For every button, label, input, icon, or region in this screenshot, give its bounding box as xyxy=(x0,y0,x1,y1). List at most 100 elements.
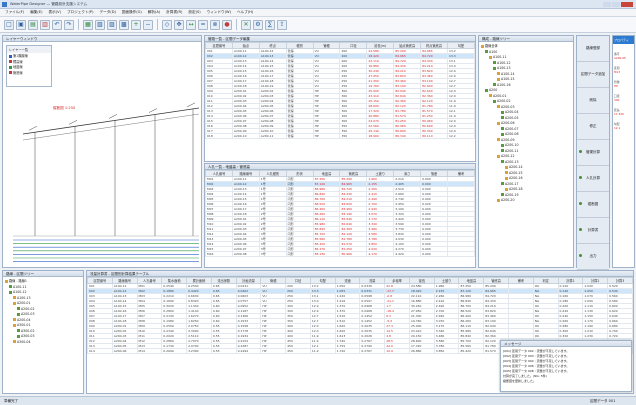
side-action-button[interactable]: 修正 xyxy=(577,114,609,140)
zoom-out-icon[interactable]: − xyxy=(143,19,153,30)
side-action-button[interactable]: 削除 xyxy=(577,88,609,114)
property-value[interactable]: A200-05 xyxy=(614,56,633,60)
section-tree[interactable]: 路線 - 路線1 A100-11 A100-12 A100-13 A200-01 A200… xyxy=(3,277,83,347)
layer-item[interactable]: 管底線 xyxy=(9,71,49,77)
section-data-table[interactable]: 区間番号 始点 終点 種別 管種 口径 延長(m) 始点管底高 終点管底高 勾配 001 A100-1… xyxy=(205,42,475,139)
table-cell[interactable]: 26.880 xyxy=(408,348,435,354)
table-cell[interactable]: 円形 xyxy=(285,251,314,257)
layers-icon[interactable]: ▩ xyxy=(119,19,129,30)
side-action-button[interactable]: 管渠計算 xyxy=(577,140,609,166)
table-cell[interactable]: 10.9 xyxy=(384,348,410,354)
chart-icon[interactable]: ▨ xyxy=(107,19,117,30)
menu-item[interactable]: 解析(A) xyxy=(148,10,160,15)
table-cell[interactable]: 014 xyxy=(87,348,113,354)
table-cell[interactable]: 0.55 xyxy=(210,348,237,354)
menu-item[interactable]: 設定(S) xyxy=(188,10,200,15)
table-cell[interactable]: 80.960 xyxy=(339,251,368,257)
valve-icon[interactable]: ⊗ xyxy=(210,19,220,30)
table-cell[interactable]: 450 xyxy=(285,348,311,354)
table-cell[interactable]: 350 xyxy=(339,133,368,139)
pan-icon[interactable]: ✥ xyxy=(174,19,184,30)
table-cell[interactable]: A200-10 xyxy=(231,133,260,139)
side-action-button[interactable]: 縦断図 xyxy=(577,192,609,218)
new-icon[interactable]: □ xyxy=(4,19,14,30)
side-action-button[interactable]: 路線登録 xyxy=(577,36,609,62)
calc-icon[interactable]: ∑ xyxy=(265,19,275,30)
table-cell[interactable]: HP xyxy=(312,133,341,139)
menu-item[interactable]: ウィンドウ(W) xyxy=(207,10,231,15)
minimize-button[interactable] xyxy=(603,2,611,7)
table-cell[interactable]: HP xyxy=(260,348,287,354)
table-cell[interactable]: 1.740 xyxy=(334,348,361,354)
side-action-button[interactable]: 出力 xyxy=(577,244,609,270)
open-icon[interactable]: ▣ xyxy=(16,19,26,30)
side-action-button[interactable]: 計算書 xyxy=(577,218,609,244)
table-cell[interactable]: 80.110 xyxy=(420,133,449,139)
table-cell[interactable]: 4.170 xyxy=(366,251,395,257)
property-value[interactable]: 17.320 xyxy=(614,112,633,116)
tree-node[interactable]: A300-04 xyxy=(5,340,81,346)
table-cell[interactable]: A200-08 xyxy=(231,251,260,257)
tree-node[interactable]: A200-20 xyxy=(481,198,571,204)
table-row[interactable]: 018 A200-10 A200-11 管渠 HP 350 18.900 80.340 80.1… xyxy=(205,133,475,139)
delete-icon[interactable]: ✕ xyxy=(241,19,251,30)
table-cell[interactable]: 4.420 xyxy=(393,251,422,257)
side-action-button[interactable]: 人孔計算 xyxy=(577,166,609,192)
undo-icon[interactable]: ↶ xyxy=(52,19,62,30)
menu-item[interactable]: 図面操作(G) xyxy=(122,10,142,15)
save-icon[interactable]: ▤ xyxy=(28,19,38,30)
print-icon[interactable]: ▥ xyxy=(40,19,50,30)
table-cell[interactable]: 0.2690 xyxy=(161,348,188,354)
table-cell[interactable]: M16 xyxy=(205,251,233,257)
zoom-in-icon[interactable]: + xyxy=(131,19,141,30)
table-cell[interactable]: 3.2390 xyxy=(186,348,212,354)
table-cell[interactable]: 80.340 xyxy=(393,133,422,139)
menu-item[interactable]: ヘルプ(H) xyxy=(237,10,253,15)
table-cell[interactable]: M14 xyxy=(136,348,163,354)
redo-icon[interactable]: ↷ xyxy=(64,19,74,30)
menu-item[interactable]: 計算書(R) xyxy=(166,10,182,15)
table-cell[interactable]: 85.130 xyxy=(312,251,341,257)
folder-icon xyxy=(17,334,20,338)
profile-drawing[interactable]: 縦断図 1:250 xyxy=(5,88,201,266)
table-cell[interactable]: 3号 xyxy=(258,251,287,257)
table-cell[interactable] xyxy=(447,251,475,257)
select-icon[interactable]: ◇ xyxy=(162,19,172,30)
table-cell[interactable]: A200-06 xyxy=(111,348,138,354)
table-cell[interactable]: 12.2 xyxy=(447,133,475,139)
property-value[interactable]: 12.1 xyxy=(614,126,633,130)
table-cell[interactable]: 018 xyxy=(205,133,233,139)
grid-icon[interactable]: ▧ xyxy=(95,19,105,30)
maximize-button[interactable] xyxy=(612,2,620,7)
table-icon[interactable]: ▦ xyxy=(83,19,93,30)
side-action-button[interactable]: 区間データ追加 xyxy=(577,62,609,88)
measure-icon[interactable]: ↔ xyxy=(186,19,196,30)
table-cell[interactable]: 18.900 xyxy=(366,133,395,139)
property-value[interactable]: M13 xyxy=(614,70,633,74)
menu-item[interactable]: プロジェクト(P) xyxy=(67,10,94,15)
table-row[interactable]: M16 A200-08 3号 円形 85.130 80.960 4.170 4.420 0.00… xyxy=(205,251,475,257)
settings-icon[interactable]: ⚙ xyxy=(253,19,263,30)
layer-label: 管底線 xyxy=(13,70,23,75)
menu-item[interactable]: 表示(V) xyxy=(49,10,61,15)
table-cell[interactable]: 管渠 xyxy=(285,133,314,139)
side-action-label: 修正 xyxy=(589,124,597,128)
node-icon[interactable]: ● xyxy=(222,19,232,30)
pipe-icon[interactable]: ═ xyxy=(198,19,208,30)
table-cell[interactable]: 0.2767 xyxy=(359,348,386,354)
property-value[interactable]: 300 xyxy=(614,98,633,102)
export-icon[interactable]: ⇪ xyxy=(277,19,287,30)
manhole-data-table[interactable]: 人孔番号 路線番号 人孔種別 形状 地盤高 管底高 土被り 深さ 落差 備考 M01 A100-11 1… xyxy=(205,170,475,257)
close-button[interactable] xyxy=(621,2,633,7)
menu-item[interactable]: データ(D) xyxy=(100,10,116,15)
table-cell[interactable]: 11.9 xyxy=(309,348,336,354)
table-cell[interactable]: A200-11 xyxy=(258,133,287,139)
route-tree[interactable]: 路線全体 A100 A100-11 A100-12 A100-13 A100-14 A100… xyxy=(479,42,573,206)
table-cell[interactable]: 0.000 xyxy=(420,251,449,257)
table-cell[interactable]: 0.2494 xyxy=(235,348,262,354)
property-value[interactable]: HP xyxy=(614,84,633,88)
menu-item[interactable]: ファイル(F) xyxy=(5,10,24,15)
table-cell[interactable]: 85.420 xyxy=(458,348,485,354)
table-cell[interactable]: 3.850 xyxy=(433,348,460,354)
menu-item[interactable]: 編集(E) xyxy=(30,10,42,15)
